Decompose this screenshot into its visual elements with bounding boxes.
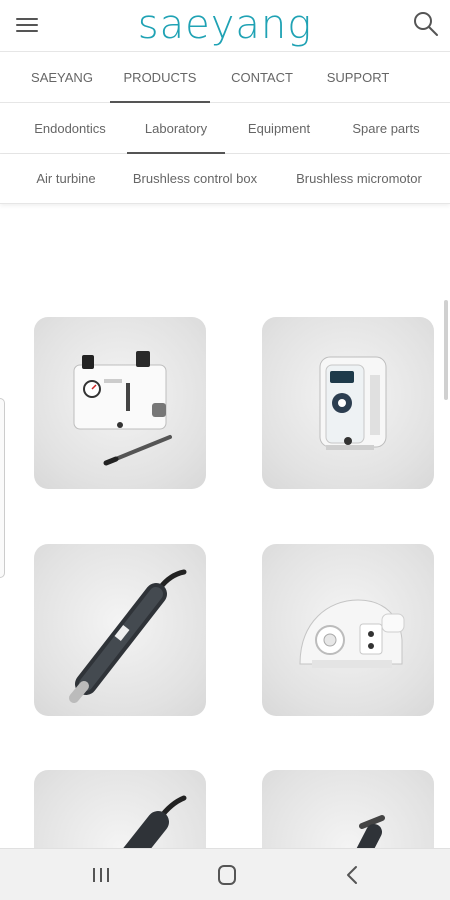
- category-nav: Endodontics Laboratory Equipment Spare p…: [0, 103, 450, 154]
- sub-nav-brushless-micromotor[interactable]: Brushless micromotor: [288, 154, 430, 203]
- control-box-image: [319, 356, 387, 450]
- product-card[interactable]: [262, 317, 434, 489]
- product-card[interactable]: [34, 317, 206, 489]
- sub-nav-air-turbine[interactable]: Air turbine: [24, 154, 108, 203]
- laboratory-unit-with-handpiece-image: [73, 351, 172, 466]
- micromotor-handpiece-image: [69, 569, 187, 703]
- back-icon[interactable]: [338, 861, 368, 889]
- scrollbar[interactable]: [444, 300, 448, 400]
- nav-item-support[interactable]: SUPPORT: [320, 53, 396, 102]
- nav-item-products[interactable]: PRODUCTS: [110, 53, 210, 103]
- tab-equipment[interactable]: Equipment: [236, 103, 322, 153]
- dome-control-unit-image: [299, 599, 405, 668]
- home-icon[interactable]: [212, 861, 242, 889]
- recent-apps-icon[interactable]: [86, 861, 116, 889]
- nav-item-saeyang[interactable]: SAEYANG: [20, 53, 104, 102]
- sub-nav: Air turbine Brushless control box Brushl…: [0, 154, 450, 204]
- tab-laboratory[interactable]: Laboratory: [127, 103, 225, 154]
- search-icon[interactable]: [412, 10, 440, 38]
- tab-endodontics[interactable]: Endodontics: [22, 103, 118, 153]
- sub-nav-brushless-control-box[interactable]: Brushless control box: [124, 154, 266, 203]
- product-card[interactable]: [34, 544, 206, 716]
- saeyang-logo[interactable]: saeyang: [0, 2, 450, 48]
- product-card[interactable]: [262, 544, 434, 716]
- edge-panel-handle[interactable]: [0, 398, 5, 578]
- app-header: saeyang: [0, 0, 450, 52]
- main-nav: SAEYANG PRODUCTS CONTACT SUPPORT: [0, 53, 450, 103]
- nav-item-contact[interactable]: CONTACT: [222, 53, 302, 102]
- system-navigation-bar: [0, 848, 450, 900]
- tab-spare-parts[interactable]: Spare parts: [336, 103, 436, 153]
